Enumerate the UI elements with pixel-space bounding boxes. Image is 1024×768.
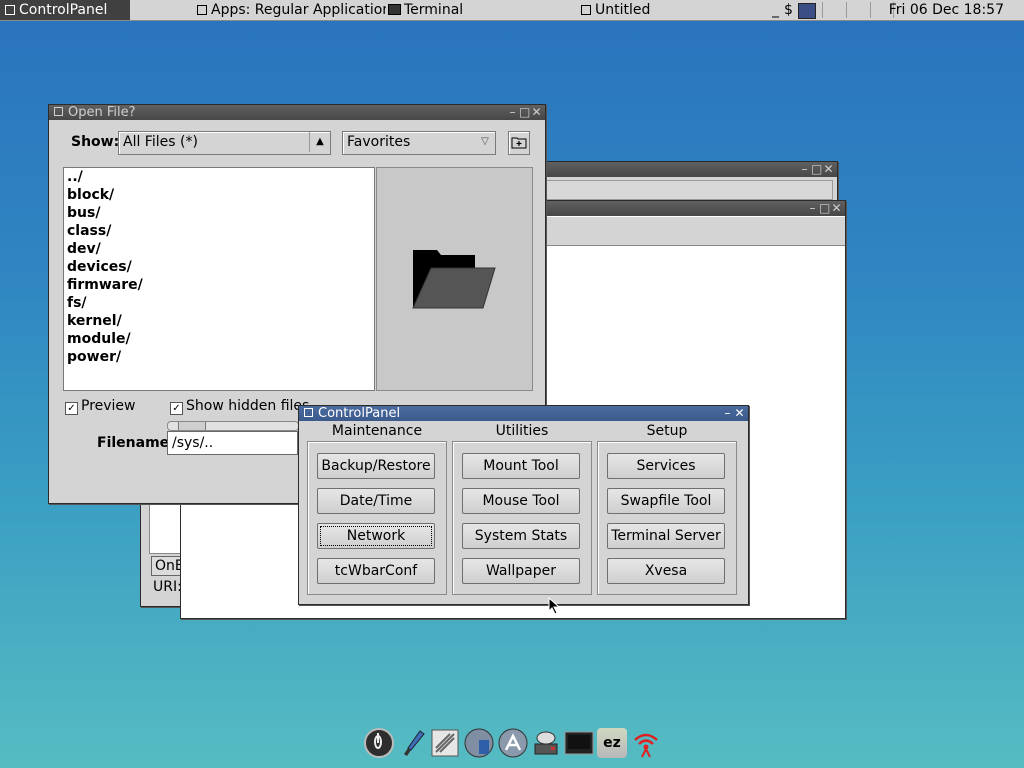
window-icon bbox=[5, 5, 15, 15]
preview-pane bbox=[376, 167, 533, 391]
date-time-button[interactable]: Date/Time bbox=[317, 488, 435, 514]
list-item[interactable]: ../ bbox=[64, 168, 374, 186]
mouse-cursor-icon bbox=[548, 597, 561, 615]
list-item[interactable]: power/ bbox=[64, 348, 374, 366]
minimize-icon[interactable]: – bbox=[722, 406, 733, 421]
list-item[interactable]: module/ bbox=[64, 330, 374, 348]
power-icon[interactable] bbox=[364, 728, 394, 758]
control-panel-icon[interactable] bbox=[498, 728, 528, 758]
apps-browser-icon[interactable] bbox=[464, 728, 494, 758]
filter-select[interactable]: All Files (*) ▲ bbox=[118, 131, 331, 155]
maximize-icon[interactable]: □ bbox=[811, 162, 822, 177]
apps-partial-button[interactable]: OnE bbox=[151, 556, 182, 576]
list-item[interactable]: block/ bbox=[64, 186, 374, 204]
group-heading-maintenance: Maintenance bbox=[331, 423, 423, 439]
window-icon bbox=[197, 5, 207, 15]
mount-icon[interactable] bbox=[531, 728, 561, 758]
favorites-select[interactable]: Favorites ▽ bbox=[342, 131, 496, 155]
task-apps[interactable]: Apps: Regular Applications bbox=[192, 0, 386, 20]
terminal-icon bbox=[388, 4, 401, 15]
clock: Fri 06 Dec 18:57 bbox=[888, 2, 1004, 18]
tray-dollar[interactable]: $ bbox=[784, 0, 794, 20]
xvesa-button[interactable]: Xvesa bbox=[607, 558, 725, 584]
settings-icon[interactable] bbox=[430, 728, 460, 758]
task-terminal[interactable]: Terminal bbox=[386, 0, 576, 20]
network-button[interactable]: Network bbox=[317, 523, 435, 549]
system-stats-button[interactable]: System Stats bbox=[462, 523, 580, 549]
tray-separator bbox=[822, 2, 823, 18]
wifi-icon[interactable] bbox=[631, 728, 661, 758]
checkmark-icon: ✓ bbox=[65, 402, 78, 415]
task-untitled[interactable]: Untitled bbox=[576, 0, 766, 20]
preview-checkbox[interactable]: ✓ Preview bbox=[65, 398, 136, 415]
list-item[interactable]: kernel/ bbox=[64, 312, 374, 330]
mouse-tool-button[interactable]: Mouse Tool bbox=[462, 488, 580, 514]
minimize-icon[interactable]: – bbox=[507, 105, 518, 120]
tray-separator bbox=[870, 2, 871, 18]
group-heading-utilities: Utilities bbox=[495, 423, 549, 439]
window-menu-icon[interactable] bbox=[304, 408, 313, 417]
file-list[interactable]: ../ block/ bus/ class/ dev/ devices/ fir… bbox=[63, 167, 375, 391]
minimize-icon[interactable]: – bbox=[807, 201, 818, 216]
tcwbarconf-button[interactable]: tcWbarConf bbox=[317, 558, 435, 584]
task-controlpanel[interactable]: ControlPanel bbox=[0, 0, 130, 20]
group-heading-setup: Setup bbox=[646, 423, 688, 439]
taskbar: ControlPanel Apps: Regular Applications … bbox=[0, 0, 1024, 21]
control-panel-titlebar[interactable]: ControlPanel – ✕ bbox=[299, 406, 748, 421]
list-item[interactable]: class/ bbox=[64, 222, 374, 240]
close-icon[interactable]: ✕ bbox=[831, 201, 842, 216]
paint-brush-icon[interactable] bbox=[398, 728, 428, 758]
filename-label: Filename: bbox=[97, 435, 175, 451]
close-icon[interactable]: ✕ bbox=[531, 105, 542, 120]
list-item[interactable]: firmware/ bbox=[64, 276, 374, 294]
maximize-icon[interactable]: □ bbox=[819, 201, 830, 216]
tray-minimize-all[interactable]: _ bbox=[772, 0, 782, 20]
scrollbar-thumb[interactable] bbox=[178, 422, 206, 430]
list-item[interactable]: devices/ bbox=[64, 258, 374, 276]
list-item[interactable]: dev/ bbox=[64, 240, 374, 258]
checkmark-icon: ✓ bbox=[170, 402, 183, 415]
new-folder-icon bbox=[511, 137, 527, 149]
apps-uri-label: URI: bbox=[153, 579, 181, 595]
control-panel-window: ControlPanel – ✕ Maintenance Backup/Resto… bbox=[298, 405, 749, 605]
terminal-server-button[interactable]: Terminal Server bbox=[607, 523, 725, 549]
triangle-down-icon: ▽ bbox=[481, 136, 489, 147]
terminal-icon[interactable] bbox=[564, 728, 594, 758]
close-icon[interactable]: ✕ bbox=[823, 162, 834, 177]
updown-icon: ▲ bbox=[309, 132, 330, 152]
minimize-icon[interactable]: – bbox=[799, 162, 810, 177]
folder-icon bbox=[412, 250, 496, 309]
filename-input[interactable]: /sys/.. bbox=[167, 431, 298, 455]
new-folder-button[interactable] bbox=[508, 131, 530, 155]
close-icon[interactable]: ✕ bbox=[734, 406, 745, 421]
show-hidden-checkbox[interactable]: ✓ Show hidden files bbox=[170, 398, 309, 415]
network-monitor-icon[interactable] bbox=[798, 3, 816, 19]
mount-tool-button[interactable]: Mount Tool bbox=[462, 453, 580, 479]
window-icon bbox=[581, 5, 591, 15]
backup-restore-button[interactable]: Backup/Restore bbox=[317, 453, 435, 479]
horizontal-scrollbar[interactable] bbox=[167, 421, 299, 431]
open-file-titlebar[interactable]: Open File? – □✕ bbox=[49, 105, 545, 120]
show-label: Show: bbox=[71, 134, 120, 150]
tray-separator bbox=[846, 2, 847, 18]
window-menu-icon[interactable] bbox=[54, 107, 63, 116]
list-item[interactable]: bus/ bbox=[64, 204, 374, 222]
swapfile-tool-button[interactable]: Swapfile Tool bbox=[607, 488, 725, 514]
maximize-icon[interactable]: □ bbox=[519, 105, 530, 120]
list-item[interactable]: fs/ bbox=[64, 294, 374, 312]
wallpaper-button[interactable]: Wallpaper bbox=[462, 558, 580, 584]
ezremaster-icon[interactable]: ez bbox=[597, 728, 627, 758]
services-button[interactable]: Services bbox=[607, 453, 725, 479]
